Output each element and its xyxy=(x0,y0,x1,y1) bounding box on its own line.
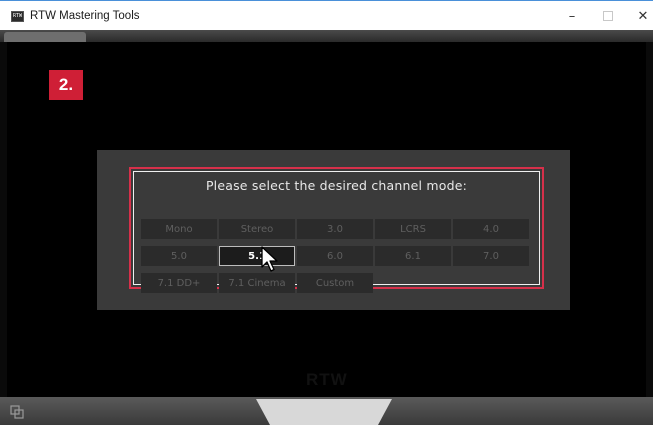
mode-button-7-0[interactable]: 7.0 xyxy=(453,246,529,266)
mode-button-6-1[interactable]: 6.1 xyxy=(375,246,451,266)
mode-button-stereo[interactable]: Stereo xyxy=(219,219,295,239)
bottom-center-tab xyxy=(256,399,392,425)
window-layout-icon[interactable] xyxy=(10,405,24,419)
dialog-prompt: Please select the desired channel mode: xyxy=(205,178,468,193)
maximize-icon xyxy=(603,11,613,21)
main-display: 2. Please select the desired channel mod… xyxy=(7,42,646,397)
step-badge: 2. xyxy=(49,70,83,100)
channel-mode-dialog: Please select the desired channel mode: … xyxy=(97,150,570,310)
mode-button-6-0[interactable]: 6.0 xyxy=(297,246,373,266)
mode-button-mono[interactable]: Mono xyxy=(141,219,217,239)
mode-button-7-1-dd[interactable]: 7.1 DD+ xyxy=(141,273,217,293)
window-title: RTW Mastering Tools xyxy=(30,10,140,22)
rtw-app-icon: RTW xyxy=(11,11,24,22)
mode-button-5-0[interactable]: 5.0 xyxy=(141,246,217,266)
rtw-logo: RTW xyxy=(306,370,348,389)
frame-top-bar xyxy=(0,30,653,42)
frame-top-tab xyxy=(4,32,86,42)
mode-button-4-0[interactable]: 4.0 xyxy=(453,219,529,239)
mouse-cursor-icon xyxy=(261,246,278,272)
bottom-bar xyxy=(0,397,653,425)
highlight-frame: Please select the desired channel mode: … xyxy=(129,167,544,293)
app-frame: 2. Please select the desired channel mod… xyxy=(0,30,653,425)
mode-button-custom[interactable]: Custom xyxy=(297,273,373,293)
mode-button-lcrs[interactable]: LCRS xyxy=(375,219,451,239)
mode-button-5-1[interactable]: 5.1 xyxy=(219,246,295,266)
mode-button-3-0[interactable]: 3.0 xyxy=(297,219,373,239)
mode-button-7-1-cinema[interactable]: 7.1 Cinema xyxy=(219,273,295,293)
window-titlebar: RTW RTW Mastering Tools – ✕ xyxy=(0,0,653,30)
close-button[interactable]: ✕ xyxy=(621,5,653,27)
